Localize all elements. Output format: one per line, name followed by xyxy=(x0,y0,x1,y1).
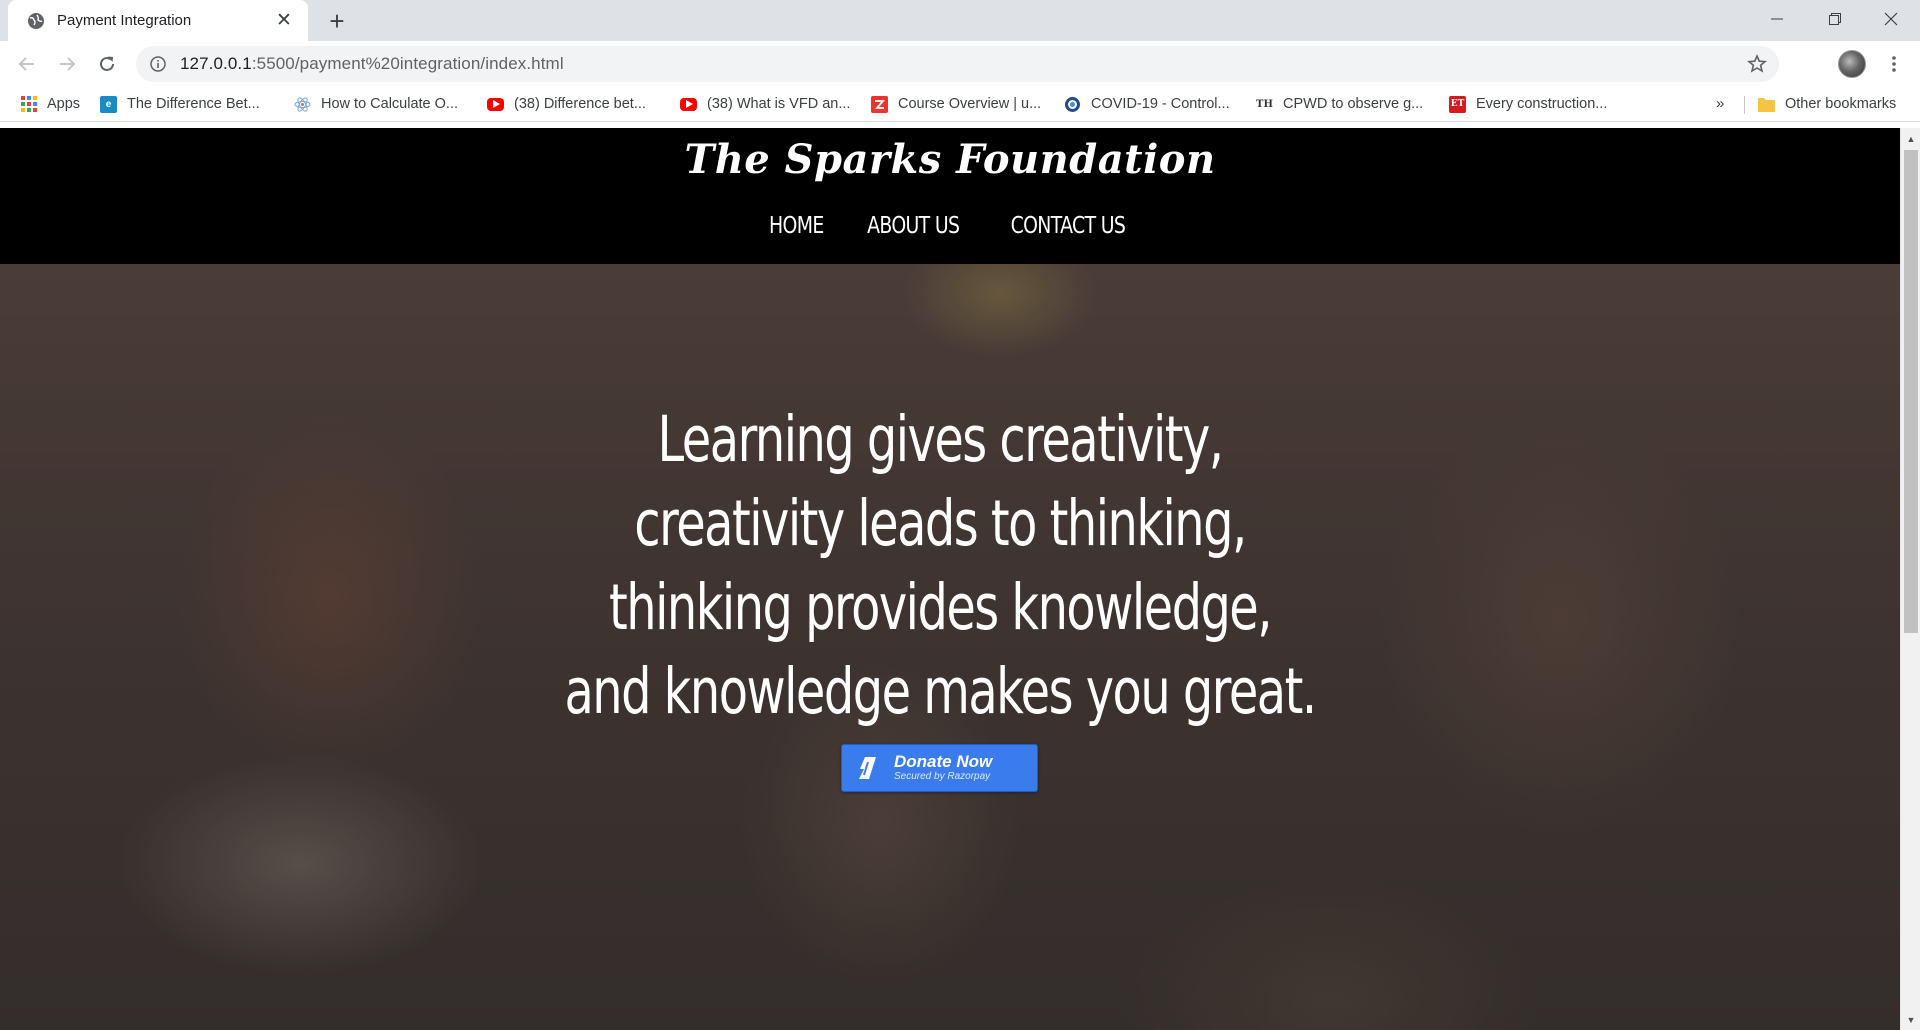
nav-about-us[interactable]: ABOUT US xyxy=(867,213,960,239)
donate-now-button[interactable]: Donate Now Secured by Razorpay xyxy=(841,744,1038,792)
bookmark-apps[interactable]: Apps xyxy=(20,93,80,115)
close-tab-icon[interactable]: ✕ xyxy=(272,9,296,33)
bookmark-label: The Difference Bet... xyxy=(127,96,260,112)
tab-title: Payment Integration xyxy=(57,12,192,29)
close-window-icon[interactable] xyxy=(1862,0,1920,38)
hero-section: Learning gives creativity, creativity le… xyxy=(0,264,1900,1030)
bookmarks-bar: Apps e The Difference Bet... How to Calc… xyxy=(0,87,1920,122)
site-brand[interactable]: The Sparks Foundation xyxy=(0,136,1900,183)
other-bookmarks[interactable]: Other bookmarks xyxy=(1758,93,1896,115)
quote-line: creativity leads to thinking, xyxy=(634,487,1247,560)
bookmark-course-overview[interactable]: Course Overview | u... xyxy=(871,93,1041,115)
course-icon xyxy=(871,95,888,113)
quote-line: thinking provides knowledge, xyxy=(609,571,1272,644)
bookmark-every-construction[interactable]: ET Every construction... xyxy=(1449,93,1607,115)
bookmark-label: Course Overview | u... xyxy=(898,96,1042,112)
site-header: The Sparks Foundation HOME ABOUT US CONT… xyxy=(0,128,1900,264)
tab-strip: Payment Integration ✕ + xyxy=(0,0,1920,41)
folder-icon xyxy=(1758,96,1775,113)
apps-grid-icon xyxy=(20,96,37,113)
site-info-icon[interactable] xyxy=(148,54,168,74)
e-site-icon: e xyxy=(100,95,117,113)
hero-quote: Learning gives creativity, creativity le… xyxy=(0,398,1880,734)
nav-home[interactable]: HOME xyxy=(769,213,824,239)
bookmark-difference-between[interactable]: e The Difference Bet... xyxy=(100,93,260,115)
browser-toolbar: 127.0.0.1:5500/payment%20integration/ind… xyxy=(0,41,1920,87)
minimize-icon[interactable] xyxy=(1748,0,1806,38)
main-nav: HOME ABOUT US CONTACT US xyxy=(0,213,1900,239)
profile-avatar[interactable] xyxy=(1838,50,1866,78)
scroll-up-icon[interactable]: ▲ xyxy=(1901,130,1920,147)
bookmark-label: (38) What is VFD an... xyxy=(707,96,851,112)
scrollbar-thumb[interactable] xyxy=(1904,150,1918,633)
other-bookmarks-label: Other bookmarks xyxy=(1785,96,1897,112)
bookmark-youtube-difference[interactable]: (38) Difference bet... xyxy=(487,93,646,115)
restore-icon[interactable] xyxy=(1806,0,1864,38)
nav-contact-us[interactable]: CONTACT US xyxy=(1010,213,1125,239)
more-menu-icon[interactable] xyxy=(1880,50,1908,78)
bookmark-label: (38) Difference bet... xyxy=(514,96,646,112)
bookmark-star-icon[interactable] xyxy=(1745,52,1769,76)
back-icon[interactable] xyxy=(11,48,43,80)
razorpay-logo-icon xyxy=(854,755,880,781)
bookmark-label: CPWD to observe g... xyxy=(1283,96,1424,112)
donate-secured-label: Secured by Razorpay xyxy=(894,771,991,782)
bookmark-label: Apps xyxy=(47,96,81,112)
bookmark-label: How to Calculate O... xyxy=(321,96,458,112)
bookmarks-divider xyxy=(1744,96,1745,114)
bookmark-how-to-calculate[interactable]: How to Calculate O... xyxy=(294,93,458,115)
et-icon: ET xyxy=(1449,95,1466,113)
youtube-icon xyxy=(487,97,504,111)
bookmark-label: COVID-19 - Control... xyxy=(1091,96,1230,112)
reload-icon[interactable] xyxy=(91,48,123,80)
donate-label: Donate Now xyxy=(894,752,993,771)
bookmark-label: Every construction... xyxy=(1476,96,1608,112)
bookmark-covid[interactable]: COVID-19 - Control... xyxy=(1064,93,1230,115)
youtube-icon xyxy=(680,97,697,111)
page-viewport: The Sparks Foundation HOME ABOUT US CONT… xyxy=(0,128,1900,1030)
page-scrollbar[interactable]: ▲ ▼ xyxy=(1900,128,1920,1030)
quote-line: Learning gives creativity, xyxy=(657,403,1224,476)
url-text: 127.0.0.1:5500/payment%20integration/ind… xyxy=(180,54,564,73)
forward-icon[interactable] xyxy=(51,48,83,80)
quote-line: and knowledge makes you great. xyxy=(564,655,1317,728)
bookmark-youtube-vfd[interactable]: (38) What is VFD an... xyxy=(680,93,850,115)
globe-icon xyxy=(26,11,45,30)
new-tab-icon[interactable]: + xyxy=(322,6,352,36)
address-bar[interactable]: 127.0.0.1:5500/payment%20integration/ind… xyxy=(136,46,1779,82)
tab-payment-integration[interactable]: Payment Integration ✕ xyxy=(8,0,308,41)
more-bookmarks-chevron[interactable]: » xyxy=(1716,95,1724,112)
th-icon: TH xyxy=(1256,98,1273,110)
circle-site-icon xyxy=(1064,96,1081,113)
atom-icon xyxy=(294,96,311,113)
scroll-down-icon[interactable]: ▼ xyxy=(1901,1011,1920,1028)
bookmark-cpwd[interactable]: TH CPWD to observe g... xyxy=(1256,93,1423,115)
